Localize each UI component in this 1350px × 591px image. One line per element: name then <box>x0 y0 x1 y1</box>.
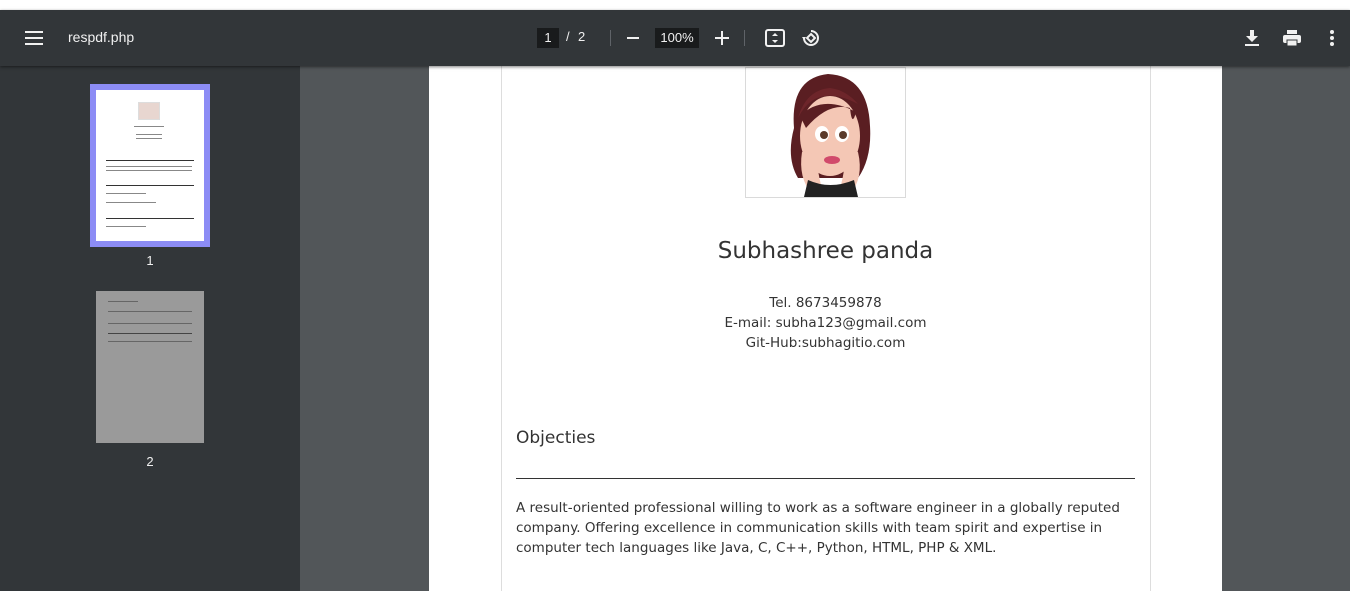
thumb-line <box>136 134 162 135</box>
thumb-line <box>108 311 192 312</box>
contact-email: E-mail: subha123@gmail.com <box>724 315 927 331</box>
thumb-line <box>108 323 192 324</box>
thumb-line <box>106 226 146 227</box>
thumb-line <box>136 138 162 139</box>
thumb-line <box>134 126 164 127</box>
thumb-photo <box>138 102 160 120</box>
download-icon[interactable] <box>1236 22 1268 54</box>
thumb-line <box>108 301 138 302</box>
page-separator: / <box>566 29 570 44</box>
thumb-line <box>106 193 146 194</box>
toolbar-divider <box>744 30 745 46</box>
candidate-name: Subhashree panda <box>717 238 934 264</box>
thumb-rule <box>108 333 192 334</box>
total-pages: 2 <box>578 29 586 44</box>
pdf-toolbar: respdf.php 1 / 2 100% <box>0 10 1350 66</box>
page-thumbnail-2[interactable] <box>96 291 204 443</box>
document-title: respdf.php <box>68 29 135 45</box>
thumbnail-sidebar: 1 2 <box>0 66 300 591</box>
zoom-in-icon[interactable] <box>706 22 738 54</box>
thumb-line <box>108 341 192 342</box>
contact-github: Git-Hub:subhagitio.com <box>745 335 906 351</box>
window-top-strip <box>0 0 1350 10</box>
zoom-level-input[interactable]: 100% <box>655 28 699 48</box>
thumb-line <box>106 166 192 167</box>
page-thumbnail-1[interactable] <box>90 84 210 247</box>
thumb-line <box>106 202 156 203</box>
fit-page-icon[interactable] <box>759 22 791 54</box>
thumb-rule <box>106 218 194 219</box>
objective-paragraph: A result-oriented professional willing t… <box>516 500 1120 556</box>
profile-photo <box>745 67 906 198</box>
thumbnail-label-1: 1 <box>146 253 154 268</box>
thumbnail-label-2: 2 <box>146 454 154 469</box>
pdf-page: Subhashree panda Tel. 8673459878 E-mail:… <box>429 66 1222 591</box>
more-icon[interactable] <box>1316 22 1348 54</box>
section-heading-objectives: Objecties <box>516 428 596 448</box>
thumb-rule <box>106 185 194 186</box>
thumb-rule <box>106 160 194 161</box>
thumb-line <box>106 170 192 171</box>
section-divider <box>516 478 1135 479</box>
zoom-out-icon[interactable] <box>617 22 649 54</box>
rotate-icon[interactable] <box>795 22 827 54</box>
menu-icon[interactable] <box>18 22 50 54</box>
toolbar-divider <box>610 30 611 46</box>
document-viewer[interactable]: Subhashree panda Tel. 8673459878 E-mail:… <box>300 66 1350 591</box>
page-number-input[interactable]: 1 <box>537 28 559 48</box>
contact-phone: Tel. 8673459878 <box>769 295 882 311</box>
print-icon[interactable] <box>1276 22 1308 54</box>
